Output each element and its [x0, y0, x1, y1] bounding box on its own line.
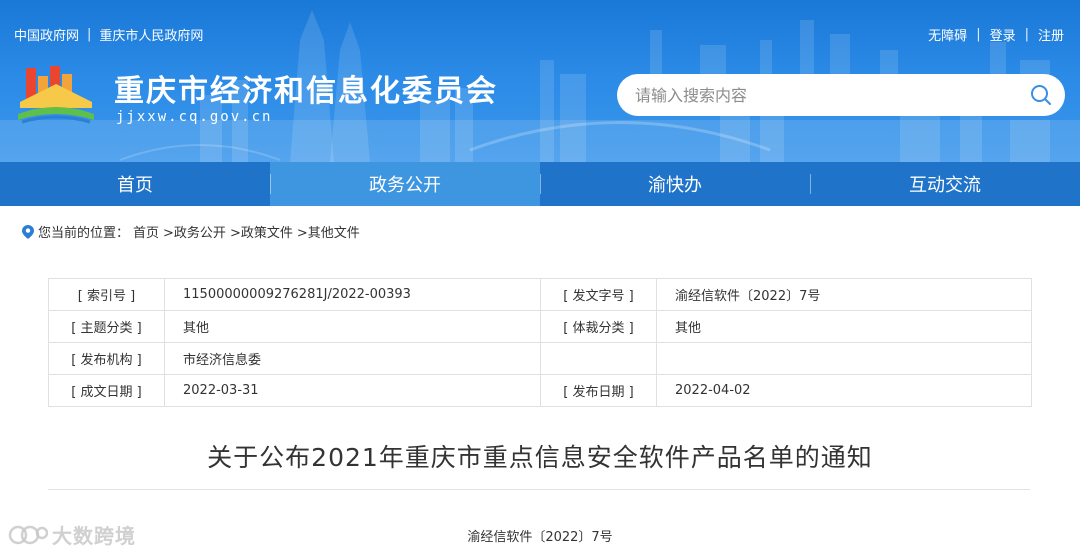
meta-value: 11500000009276281J/2022-00393	[164, 278, 541, 311]
document-meta-table: [ 索引号 ] 11500000009276281J/2022-00393 [ …	[48, 278, 1032, 407]
meta-value: 市经济信息委	[164, 342, 541, 375]
search-button[interactable]	[1017, 74, 1065, 116]
link-register[interactable]: 注册	[1038, 25, 1064, 44]
link-chongqing-gov[interactable]: 重庆市人民政府网	[99, 25, 203, 44]
separator: |	[1024, 27, 1029, 42]
document-number: 渝经信软件〔2022〕7号	[467, 530, 613, 545]
breadcrumb-prefix: 您当前的位置：	[38, 226, 130, 241]
breadcrumb-policy-docs[interactable]: >政策文件	[230, 222, 293, 241]
divider	[48, 489, 1030, 490]
table-row: [ 发布机构 ] 市经济信息委	[48, 342, 1032, 375]
watermark-text: 大数跨境	[52, 524, 136, 548]
top-links-right: 无障碍 | 登录 | 注册	[928, 25, 1064, 44]
meta-label: [ 发布机构 ]	[48, 342, 165, 375]
meta-label: [ 体裁分类 ]	[540, 310, 657, 343]
table-row: [ 成文日期 ] 2022-03-31 [ 发布日期 ] 2022-04-02	[48, 374, 1032, 407]
article-title: 关于公布2021年重庆市重点信息安全软件产品名单的通知	[207, 443, 873, 472]
breadcrumb: 您当前的位置： 首页 >政务公开 >政策文件 >其他文件	[22, 222, 360, 241]
meta-label: [ 主题分类 ]	[48, 310, 165, 343]
breadcrumb-government-affairs[interactable]: >政务公开	[163, 222, 226, 241]
meta-value: 2022-04-02	[656, 374, 1032, 407]
main-nav: 首页 政务公开 渝快办 互动交流	[0, 162, 1080, 206]
meta-label	[540, 342, 657, 375]
link-china-gov[interactable]: 中国政府网	[14, 25, 79, 44]
link-accessibility[interactable]: 无障碍	[928, 25, 967, 44]
watermark-logo-icon	[8, 525, 48, 544]
site-domain: jjxxw.cq.gov.cn	[116, 109, 273, 125]
meta-value: 其他	[164, 310, 541, 343]
search-box	[617, 74, 1065, 116]
site-title[interactable]: 重庆市经济和信息化委员会	[114, 66, 498, 110]
search-icon	[1031, 85, 1051, 105]
meta-label: [ 发布日期 ]	[540, 374, 657, 407]
table-row: [ 主题分类 ] 其他 [ 体裁分类 ] 其他	[48, 310, 1032, 343]
breadcrumb-home[interactable]: 首页	[133, 222, 159, 241]
top-links-left: 中国政府网 | 重庆市人民政府网	[14, 25, 203, 44]
site-header: 中国政府网 | 重庆市人民政府网 无障碍 | 登录 | 注册 重庆市经济和信息化…	[0, 0, 1080, 162]
search-input[interactable]	[617, 74, 1017, 116]
meta-label: [ 发文字号 ]	[540, 278, 657, 311]
nav-item-home[interactable]: 首页	[0, 162, 270, 206]
nav-item-yukuaiban[interactable]: 渝快办	[540, 162, 810, 206]
meta-value: 2022-03-31	[164, 374, 541, 407]
location-pin-icon	[22, 224, 34, 239]
site-logo-icon[interactable]	[16, 62, 96, 126]
separator: |	[976, 27, 981, 42]
meta-value: 渝经信软件〔2022〕7号	[656, 278, 1032, 311]
table-row: [ 索引号 ] 11500000009276281J/2022-00393 [ …	[48, 278, 1032, 311]
nav-item-government-affairs[interactable]: 政务公开	[270, 162, 540, 206]
breadcrumb-other-docs[interactable]: >其他文件	[297, 222, 360, 241]
separator: |	[87, 27, 92, 42]
meta-value	[656, 342, 1032, 375]
meta-label: [ 索引号 ]	[48, 278, 165, 311]
meta-label: [ 成文日期 ]	[48, 374, 165, 407]
nav-item-interaction[interactable]: 互动交流	[810, 162, 1080, 206]
meta-value: 其他	[656, 310, 1032, 343]
watermark: 大数跨境	[8, 520, 136, 549]
link-login[interactable]: 登录	[990, 25, 1016, 44]
